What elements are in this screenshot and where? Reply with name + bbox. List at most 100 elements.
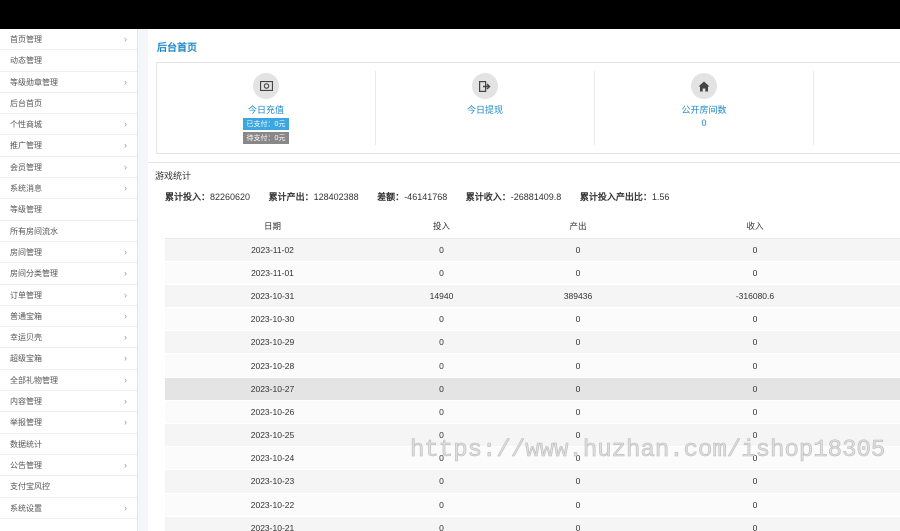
table-row: 2023-10-23 0 0 0 — [165, 469, 900, 494]
home-icon — [691, 73, 717, 99]
ratio-label: 累计投入产出比： — [579, 192, 652, 202]
table-row: 2023-10-22 0 0 0 — [165, 493, 900, 517]
sidebar-item[interactable]: 房间分类管理 › — [0, 263, 137, 285]
sidebar-item[interactable]: 超级宝箱 › — [0, 348, 137, 370]
sidebar-item[interactable]: 个性商城 › — [0, 114, 137, 136]
table-row: 2023-10-26 0 0 0 — [165, 400, 900, 425]
stat-withdraw[interactable]: 今日提现 — [376, 71, 595, 145]
sidebar-item[interactable]: 所有房间流水 — [0, 221, 137, 242]
table-cell-blank — [857, 469, 900, 494]
table-row: 2023-10-27 0 0 0 — [165, 377, 900, 401]
table-cell: 0 — [503, 400, 653, 425]
content-gutter — [138, 29, 148, 531]
table-cell: 2023-10-29 — [165, 330, 380, 355]
table-cell: 2023-10-26 — [165, 400, 380, 425]
table-cell: 0 — [653, 261, 857, 285]
sidebar-item[interactable]: 推广管理 › — [0, 135, 137, 157]
table-cell-blank — [857, 516, 900, 531]
chevron-right-icon: › — [124, 289, 127, 300]
table-cell: 2023-10-30 — [165, 307, 380, 332]
sidebar-item[interactable]: 幸运贝壳 › — [0, 327, 137, 349]
sidebar-item[interactable]: 全部礼物管理 › — [0, 370, 137, 392]
sidebar-item-label: 动态管理 — [10, 56, 42, 66]
sidebar-item[interactable]: 订单管理 › — [0, 285, 137, 306]
chevron-right-icon: › — [124, 119, 127, 130]
table-cell: 0 — [380, 238, 503, 262]
chevron-right-icon: › — [124, 502, 127, 513]
table-row: 2023-10-29 0 0 0 — [165, 330, 900, 355]
table-cell: 0 — [653, 469, 857, 494]
table-cell: 0 — [653, 377, 857, 401]
chevron-right-icon: › — [124, 183, 127, 194]
sidebar-item[interactable]: 等级勋章管理 › — [0, 72, 137, 93]
stat-rooms-label: 公开房间数 — [681, 105, 727, 115]
table-cell: 389436 — [503, 284, 653, 309]
sidebar-item-label: 首页管理 — [10, 35, 42, 44]
sidebar-item[interactable]: 公告管理 › — [0, 455, 137, 477]
output-value: 128402388 — [313, 192, 359, 202]
table-cell: 0 — [653, 400, 857, 425]
sidebar: 首页管理 › 动态管理 等级勋章管理 › 后台首页 个性商城 › 推广管理 › 会员管理 › 系统消息 ›… — [0, 29, 138, 531]
table-cell: 2023-10-21 — [165, 516, 380, 531]
table-cell: 0 — [380, 516, 503, 531]
sidebar-item[interactable]: 后台首页 — [0, 93, 137, 115]
sidebar-item-label: 支付宝风控 — [10, 482, 50, 492]
table-cell: 2023-11-02 — [165, 238, 380, 262]
table-row: 2023-11-02 0 0 0 — [165, 238, 900, 262]
table-cell: 0 — [503, 307, 653, 332]
sidebar-item-label: 个性商城 — [10, 120, 42, 130]
sidebar-item[interactable]: 房间管理 › — [0, 242, 137, 264]
table-row: 2023-10-30 0 0 0 — [165, 307, 900, 332]
page-title: 后台首页 — [157, 43, 197, 54]
table-cell-blank — [857, 330, 900, 355]
sidebar-item-label: 等级勋章管理 — [10, 77, 58, 87]
table-row: 2023-10-28 0 0 0 — [165, 353, 900, 378]
stat-recharge[interactable]: 今日充值 已支付：0元 待支付：0元 — [157, 71, 376, 145]
sidebar-item[interactable]: 会员管理 › — [0, 157, 137, 179]
sidebar-item[interactable]: 等级管理 — [0, 199, 137, 221]
table-row: 2023-10-21 0 0 0 — [165, 516, 900, 531]
sidebar-item[interactable]: 动态管理 — [0, 50, 137, 72]
table-cell-blank — [857, 284, 900, 309]
sidebar-item-label: 超级宝箱 — [10, 354, 42, 364]
stat-rooms[interactable]: 公开房间数 0 — [595, 71, 814, 145]
sidebar-item[interactable]: 支付宝风控 — [0, 476, 137, 498]
sidebar-item-label: 所有房间流水 — [10, 226, 58, 236]
sidebar-item[interactable]: 系统设置 › — [0, 498, 137, 519]
table-cell: 2023-10-25 — [165, 423, 380, 448]
sidebar-item-label: 房间分类管理 — [10, 269, 58, 279]
income-label: 累计收入： — [465, 192, 511, 202]
col-header: 收入 — [653, 215, 857, 239]
sidebar-item[interactable]: 系统消息 › — [0, 178, 137, 200]
sidebar-item[interactable]: 内容管理 › — [0, 391, 137, 413]
chevron-right-icon: › — [124, 161, 127, 172]
table-cell: 0 — [380, 330, 503, 355]
game-summary: 累计投入：82260620 累计产出：128402388 差额：-4614176… — [165, 190, 685, 203]
table-cell: 0 — [380, 469, 503, 494]
sidebar-item[interactable]: 首页管理 › — [0, 29, 137, 51]
money-icon — [253, 73, 279, 99]
stat-withdraw-label: 今日提现 — [466, 105, 503, 115]
table-row: 2023-11-01 0 0 0 — [165, 261, 900, 285]
chevron-right-icon: › — [124, 353, 127, 364]
table-cell: 2023-10-27 — [165, 377, 380, 401]
table-cell-blank — [857, 493, 900, 517]
table-cell: 2023-10-23 — [165, 469, 380, 494]
table-cell: 0 — [653, 353, 857, 378]
table-cell: 14940 — [380, 284, 503, 309]
table-cell-blank — [857, 238, 900, 262]
section-title: 游戏统计 — [155, 171, 192, 181]
sidebar-item[interactable]: 普通宝箱 › — [0, 306, 137, 328]
stats-panel: 今日充值 已支付：0元 待支付：0元 今日提现 公开房间数 0 — [156, 62, 900, 154]
sidebar-item[interactable]: 数据统计 — [0, 434, 137, 455]
table-cell: 0 — [653, 307, 857, 332]
col-header: 产出 — [503, 215, 653, 239]
sidebar-item[interactable]: 举报管理 › — [0, 412, 137, 434]
sidebar-item-label: 幸运贝壳 — [10, 333, 42, 343]
table-cell: 0 — [380, 400, 503, 425]
chevron-right-icon: › — [124, 246, 127, 257]
sidebar-item-label: 公告管理 — [10, 460, 42, 470]
stat-recharge-label: 今日充值 — [247, 105, 284, 115]
chevron-right-icon: › — [124, 396, 127, 407]
chevron-right-icon: › — [124, 310, 127, 321]
